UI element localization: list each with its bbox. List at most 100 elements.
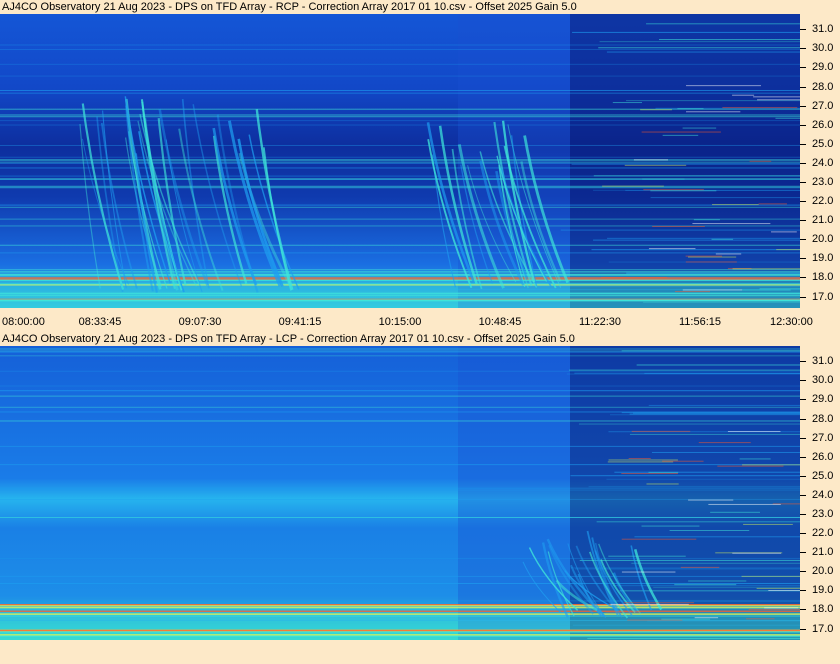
x-tick-label: 12:30:00	[770, 316, 813, 328]
rfi-dash	[759, 288, 800, 290]
rfi-dash	[652, 225, 705, 227]
x-tick-label: 11:22:30	[578, 316, 622, 328]
rfi-line	[566, 373, 800, 375]
y-tick	[800, 628, 806, 630]
rfi-line	[0, 114, 800, 116]
rfi-dash	[628, 458, 651, 460]
y-tick-label: 20.0	[812, 233, 834, 246]
rfi-line	[0, 499, 800, 501]
rfi-line	[0, 92, 800, 94]
rfi-dash	[610, 603, 689, 605]
rfi-dash	[675, 291, 711, 293]
rfi-dash	[775, 117, 800, 119]
y-tick	[800, 494, 806, 496]
rfi-line	[609, 414, 800, 416]
y-tick-label: 28.0	[812, 80, 834, 93]
rfi-line	[0, 269, 800, 271]
rfi-line	[648, 404, 800, 406]
y-tick	[800, 29, 806, 31]
rfi-dash	[749, 160, 772, 162]
x-tick-label: 10:48:45	[478, 316, 522, 328]
rfi-line	[574, 372, 800, 374]
rfi-line	[0, 167, 800, 169]
y-tick-label: 30.0	[812, 374, 834, 387]
y-tick	[800, 418, 806, 420]
rfi-line	[0, 63, 800, 65]
y-tick-label: 27.0	[812, 431, 834, 444]
rfi-line	[651, 451, 800, 453]
y-tick-label: 29.0	[812, 61, 834, 74]
y-tick-label: 18.0	[812, 603, 834, 616]
rfi-dash	[688, 499, 734, 501]
rfi-dash	[643, 189, 704, 191]
rfi-line	[626, 272, 800, 274]
rfi-dash	[623, 602, 695, 604]
rfi-dash	[602, 185, 664, 187]
y-tick	[800, 201, 806, 203]
y-tick	[800, 277, 806, 279]
rfi-dash	[608, 459, 678, 461]
y-tick	[800, 105, 806, 107]
rfi-dash	[641, 131, 721, 133]
y-tick-label: 17.0	[812, 290, 834, 303]
rfi-dash	[753, 96, 800, 98]
rfi-dash	[745, 618, 775, 620]
y-tick	[800, 533, 806, 535]
rfi-line	[0, 557, 800, 559]
rfi-line	[0, 395, 800, 397]
rfi-line	[0, 489, 800, 491]
low-band-line	[0, 610, 800, 613]
low-band-line	[0, 292, 800, 295]
rfi-line	[0, 144, 800, 146]
rfi-dash	[642, 178, 685, 180]
rfi-line	[0, 48, 800, 50]
rfi-line	[653, 586, 800, 588]
x-tick-label: 08:33:45	[78, 316, 122, 328]
rfi-dash	[743, 523, 793, 525]
rfi-line	[0, 124, 800, 126]
rfi-dash	[742, 464, 800, 466]
low-band-line	[0, 299, 800, 301]
rfi-dash	[732, 268, 800, 270]
rfi-line	[658, 39, 800, 41]
y-tick-label: 28.0	[812, 412, 834, 425]
y-tick-label: 22.0	[812, 527, 834, 540]
y-tick-label: 24.0	[812, 156, 834, 169]
rfi-line	[599, 41, 800, 43]
footer-bar	[0, 644, 840, 664]
rfi-dash	[685, 261, 737, 263]
y-tick-label: 26.0	[812, 118, 834, 131]
y-tick	[800, 162, 806, 164]
rfi-dash	[711, 238, 734, 240]
rfi-line	[0, 75, 800, 77]
rcp-spectrogram	[0, 14, 800, 308]
rfi-line	[0, 162, 800, 164]
y-tick	[800, 220, 806, 222]
rfi-dash	[627, 619, 683, 621]
y-tick	[800, 380, 806, 382]
rfi-dash	[687, 256, 737, 258]
rfi-line	[0, 244, 800, 246]
rfi-line	[0, 218, 800, 220]
rfi-dash	[677, 108, 704, 110]
rfi-dash	[662, 134, 699, 136]
rfi-line	[621, 412, 800, 414]
y-tick-label: 21.0	[812, 546, 834, 559]
low-band-line	[0, 629, 800, 632]
rfi-dash	[693, 219, 720, 221]
rfi-dash	[662, 460, 704, 462]
rfi-dash	[758, 203, 787, 205]
y-tick-label: 31.0	[812, 355, 834, 368]
rfi-line	[578, 423, 800, 425]
rfi-line	[629, 433, 800, 435]
rfi-line	[607, 237, 800, 239]
rfi-dash	[674, 584, 737, 586]
low-band-line	[0, 631, 800, 633]
rfi-dash	[612, 102, 642, 104]
rfi-line	[0, 445, 800, 447]
y-tick	[800, 258, 806, 260]
rfi-dash	[648, 471, 679, 473]
y-tick-label: 23.0	[812, 508, 834, 520]
rfi-dash	[621, 473, 678, 475]
rfi-line	[0, 44, 800, 46]
